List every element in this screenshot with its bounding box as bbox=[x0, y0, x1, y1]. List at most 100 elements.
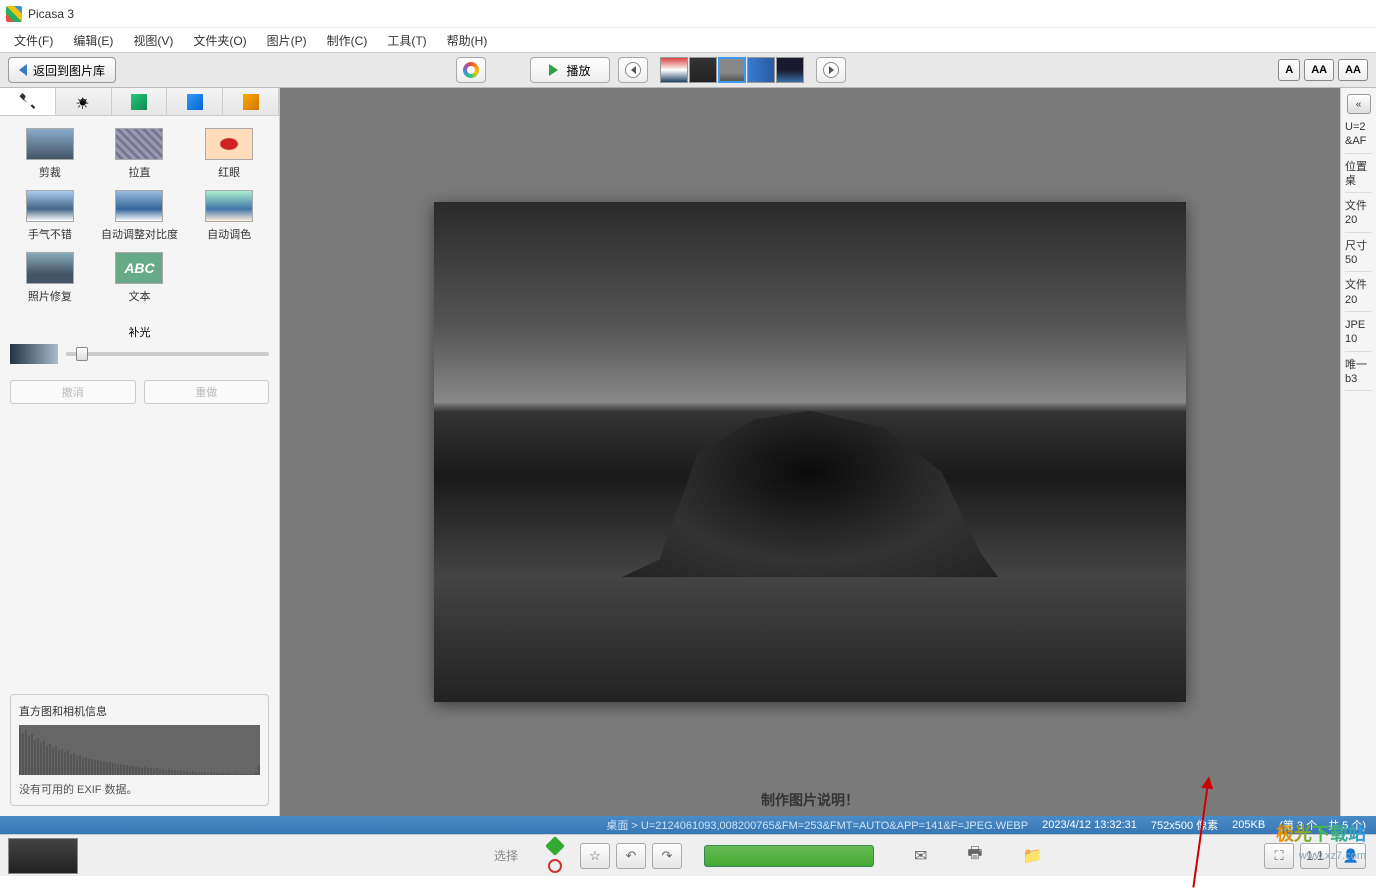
tool-contrast[interactable]: 自动调整对比度 bbox=[98, 190, 182, 242]
arrow-left-icon bbox=[19, 64, 27, 76]
text-size-medium[interactable]: AA bbox=[1304, 59, 1334, 81]
slideshow-play-button[interactable]: 播放 bbox=[530, 57, 610, 83]
text-size-group: A AA AA bbox=[1278, 59, 1368, 81]
undo-redo-row: 撤消 重做 bbox=[0, 372, 279, 412]
menu-picture[interactable]: 图片(P) bbox=[257, 30, 317, 51]
arrow-next-icon bbox=[823, 62, 839, 78]
text-icon: ABC bbox=[115, 252, 163, 284]
status-filesize: 205KB bbox=[1232, 819, 1265, 831]
thumb-2[interactable] bbox=[689, 57, 717, 83]
menu-create[interactable]: 制作(C) bbox=[317, 30, 378, 51]
info-size: 尺寸50 bbox=[1345, 239, 1372, 273]
tool-text[interactable]: ABC文本 bbox=[98, 252, 182, 304]
histogram-title: 直方图和相机信息 bbox=[19, 703, 260, 719]
play-label: 播放 bbox=[566, 62, 590, 79]
thumb-1[interactable] bbox=[660, 57, 688, 83]
back-to-library-button[interactable]: 返回到图片库 bbox=[8, 57, 116, 83]
histogram-chart bbox=[19, 725, 260, 775]
photo-tray: 选择 bbox=[0, 838, 570, 874]
status-bar: 桌面 > U=2124061093,008200765&FM=253&FMT=A… bbox=[0, 816, 1376, 834]
tool-retouch[interactable]: 照片修复 bbox=[8, 252, 92, 304]
crop-icon bbox=[26, 128, 74, 160]
straighten-icon bbox=[115, 128, 163, 160]
histogram-panel: 直方图和相机信息 没有可用的 EXIF 数据。 bbox=[10, 694, 269, 806]
share-button[interactable] bbox=[704, 845, 874, 867]
tab-effects2[interactable] bbox=[167, 88, 223, 115]
info-sidebar: « U=2&AF 位置桌 文件20 尺寸50 文件20 JPE10 唯一b3 bbox=[1340, 88, 1376, 816]
thumb-5[interactable] bbox=[776, 57, 804, 83]
tab-effects1[interactable] bbox=[112, 88, 168, 115]
text-size-small[interactable]: A bbox=[1278, 59, 1300, 81]
redeye-icon bbox=[205, 128, 253, 160]
select-label: 选择 bbox=[88, 847, 538, 864]
brush-icon bbox=[131, 94, 147, 110]
thumbnail-strip bbox=[660, 57, 804, 83]
tab-effects3[interactable] bbox=[223, 88, 279, 115]
tool-lucky[interactable]: 手气不错 bbox=[8, 190, 92, 242]
canvas-area[interactable] bbox=[280, 88, 1340, 816]
fill-light-track[interactable] bbox=[66, 352, 269, 356]
color-palette-button[interactable] bbox=[456, 57, 486, 83]
collapse-info-button[interactable]: « bbox=[1347, 94, 1371, 114]
brush2-icon bbox=[187, 94, 203, 110]
info-filename: U=2&AF bbox=[1345, 120, 1372, 154]
bottom-panel: 选择 ☆ ↶ ↷ ✉ 🖶 📁 ⛶ 1:1 👤 bbox=[0, 834, 1376, 876]
arrow-prev-icon bbox=[625, 62, 641, 78]
prev-photo-button[interactable] bbox=[618, 57, 648, 83]
histogram-note: 没有可用的 EXIF 数据。 bbox=[19, 781, 260, 797]
tab-basic[interactable] bbox=[0, 88, 56, 115]
info-uid: 唯一b3 bbox=[1345, 358, 1372, 392]
redo-button[interactable]: 重做 bbox=[144, 380, 270, 404]
tool-redeye[interactable]: 红眼 bbox=[187, 128, 271, 180]
contrast-icon bbox=[115, 190, 163, 222]
menu-help[interactable]: 帮助(H) bbox=[437, 30, 498, 51]
undo-button[interactable]: 撤消 bbox=[10, 380, 136, 404]
tool-crop[interactable]: 剪裁 bbox=[8, 128, 92, 180]
toolbar: 返回到图片库 播放 A AA AA bbox=[0, 52, 1376, 88]
main-area: ☀ 剪裁 拉直 红眼 手气不错 自动调整对比度 自动调色 照片修复 ABC文本 … bbox=[0, 88, 1376, 816]
app-title: Picasa 3 bbox=[28, 7, 74, 21]
caption-prompt[interactable]: 制作图片说明！ bbox=[761, 790, 859, 810]
menu-bar: 文件(F) 编辑(E) 视图(V) 文件夹(O) 图片(P) 制作(C) 工具(… bbox=[0, 28, 1376, 52]
tab-tuning[interactable]: ☀ bbox=[56, 88, 112, 115]
thumb-4[interactable] bbox=[747, 57, 775, 83]
star-button[interactable]: ☆ bbox=[580, 843, 610, 869]
next-photo-button[interactable] bbox=[816, 57, 846, 83]
fill-light-slider: 补光 bbox=[0, 316, 279, 372]
menu-folder[interactable]: 文件夹(O) bbox=[183, 30, 256, 51]
export-icon[interactable]: 📁 bbox=[1023, 846, 1043, 866]
tray-thumb[interactable] bbox=[8, 838, 78, 874]
print-icon[interactable]: 🖶 bbox=[967, 842, 982, 869]
info-location: 位置桌 bbox=[1345, 160, 1372, 194]
palette-icon bbox=[463, 62, 479, 78]
tool-grid: 剪裁 拉直 红眼 手气不错 自动调整对比度 自动调色 照片修复 ABC文本 bbox=[0, 116, 279, 316]
menu-tools[interactable]: 工具(T) bbox=[377, 30, 436, 51]
menu-view[interactable]: 视图(V) bbox=[123, 30, 183, 51]
wrench-icon bbox=[19, 93, 35, 109]
menu-file[interactable]: 文件(F) bbox=[4, 30, 63, 51]
image-viewer: 制作图片说明！ bbox=[280, 88, 1340, 816]
fit-button[interactable]: ⛶ bbox=[1264, 843, 1294, 869]
fill-light-preview bbox=[10, 344, 58, 364]
status-dimensions: 752x500 像素 bbox=[1151, 817, 1218, 833]
menu-edit[interactable]: 编辑(E) bbox=[63, 30, 123, 51]
watermark-brand: 极光下载站 bbox=[1276, 820, 1366, 846]
rotate-right-button[interactable]: ↷ bbox=[652, 843, 682, 869]
email-icon[interactable]: ✉ bbox=[914, 846, 927, 866]
rotate-left-button[interactable]: ↶ bbox=[616, 843, 646, 869]
text-size-large[interactable]: AA bbox=[1338, 59, 1368, 81]
pin-icon[interactable] bbox=[545, 836, 565, 856]
quick-actions: ☆ ↶ ↷ bbox=[570, 843, 692, 869]
edit-tabs: ☀ bbox=[0, 88, 279, 116]
edit-sidebar: ☀ 剪裁 拉直 红眼 手气不错 自动调整对比度 自动调色 照片修复 ABC文本 … bbox=[0, 88, 280, 816]
brush3-icon bbox=[243, 94, 259, 110]
status-datetime: 2023/4/12 13:32:31 bbox=[1042, 819, 1137, 831]
fill-light-label: 补光 bbox=[10, 324, 269, 340]
clear-tray-icon[interactable] bbox=[548, 859, 562, 873]
tool-straighten[interactable]: 拉直 bbox=[98, 128, 182, 180]
title-bar: Picasa 3 bbox=[0, 0, 1376, 28]
slider-thumb[interactable] bbox=[76, 347, 88, 361]
thumb-3-selected[interactable] bbox=[718, 57, 746, 83]
back-label: 返回到图片库 bbox=[33, 62, 105, 79]
tool-color[interactable]: 自动调色 bbox=[187, 190, 271, 242]
